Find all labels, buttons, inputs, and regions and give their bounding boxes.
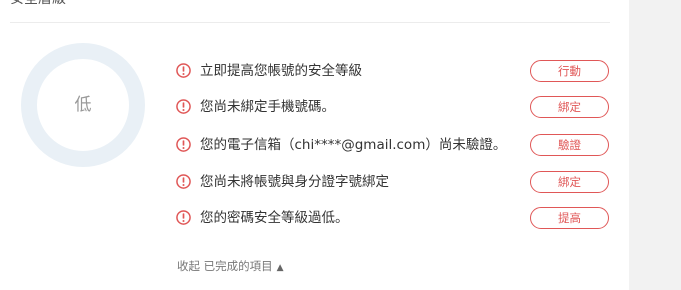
bind-phone-button[interactable]: 綁定 bbox=[530, 96, 609, 118]
alert-icon bbox=[176, 99, 191, 114]
alert-icon bbox=[176, 210, 191, 225]
action-button[interactable]: 行動 bbox=[530, 60, 609, 82]
verify-email-button[interactable]: 驗證 bbox=[530, 134, 609, 156]
alert-icon bbox=[176, 63, 191, 78]
task-text: 您尚未將帳號與身分證字號綁定 bbox=[200, 174, 389, 190]
task-text: 立即提高您帳號的安全等級 bbox=[200, 63, 362, 79]
collapse-completed-toggle[interactable]: 收起 已完成的項目 ▲ bbox=[177, 257, 284, 277]
collapse-label: 收起 已完成的項目 bbox=[177, 259, 273, 273]
security-panel: 安全層級 低 立即提高您帳號的安全等級 行動 您尚未綁定手機號碼。 綁定 您的電… bbox=[0, 0, 681, 290]
caret-up-icon: ▲ bbox=[276, 263, 284, 273]
security-level-ring: 低 bbox=[21, 43, 145, 167]
alert-icon bbox=[176, 137, 191, 152]
raise-password-button[interactable]: 提高 bbox=[530, 207, 609, 229]
task-row-bind-phone: 您尚未綁定手機號碼。 綁定 bbox=[175, 96, 615, 118]
task-text: 您尚未綁定手機號碼。 bbox=[200, 99, 335, 115]
alert-icon bbox=[176, 174, 191, 189]
section-divider bbox=[10, 22, 610, 23]
task-text: 您的密碼安全等級過低。 bbox=[200, 210, 349, 226]
security-level-label: 低 bbox=[74, 95, 92, 115]
bind-id-button[interactable]: 綁定 bbox=[530, 171, 609, 193]
side-panel-background bbox=[629, 0, 681, 290]
task-row-raise-security: 立即提高您帳號的安全等級 行動 bbox=[175, 60, 615, 82]
task-text: 您的電子信箱（chi****@gmail.com）尚未驗證。 bbox=[200, 137, 507, 153]
task-row-verify-email: 您的電子信箱（chi****@gmail.com）尚未驗證。 驗證 bbox=[175, 134, 615, 156]
task-row-bind-id: 您尚未將帳號與身分證字號綁定 綁定 bbox=[175, 171, 615, 193]
section-title: 安全層級 bbox=[10, 0, 66, 9]
task-row-password-strength: 您的密碼安全等級過低。 提高 bbox=[175, 207, 615, 229]
